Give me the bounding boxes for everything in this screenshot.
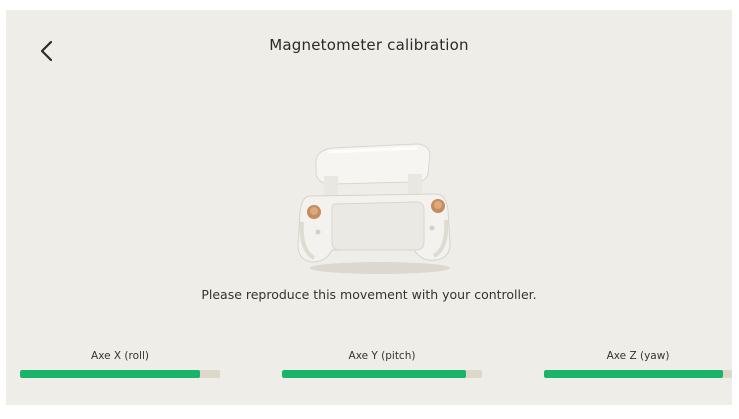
controller-illustration [288, 138, 470, 278]
axis-y-label: Axe Y (pitch) [348, 350, 416, 362]
instruction-text: Please reproduce this movement with your… [201, 287, 537, 302]
calibration-screen: Magnetometer calibration Please reproduc… [6, 10, 732, 405]
axis-z-progress: Axe Z (yaw) [544, 348, 732, 382]
axis-y-track [282, 370, 482, 378]
axis-z-fill [544, 370, 723, 378]
page-title: Magnetometer calibration [269, 36, 469, 54]
axis-x-progress: Axe X (roll) [20, 348, 220, 382]
axis-x-label: Axe X (roll) [91, 350, 149, 362]
axis-z-label: Axe Z (yaw) [606, 350, 670, 362]
axis-z-track [544, 370, 732, 378]
axis-y-fill [282, 370, 466, 378]
axis-y-progress: Axe Y (pitch) [282, 348, 482, 382]
axis-x-track [20, 370, 220, 378]
axis-x-fill [20, 370, 200, 378]
